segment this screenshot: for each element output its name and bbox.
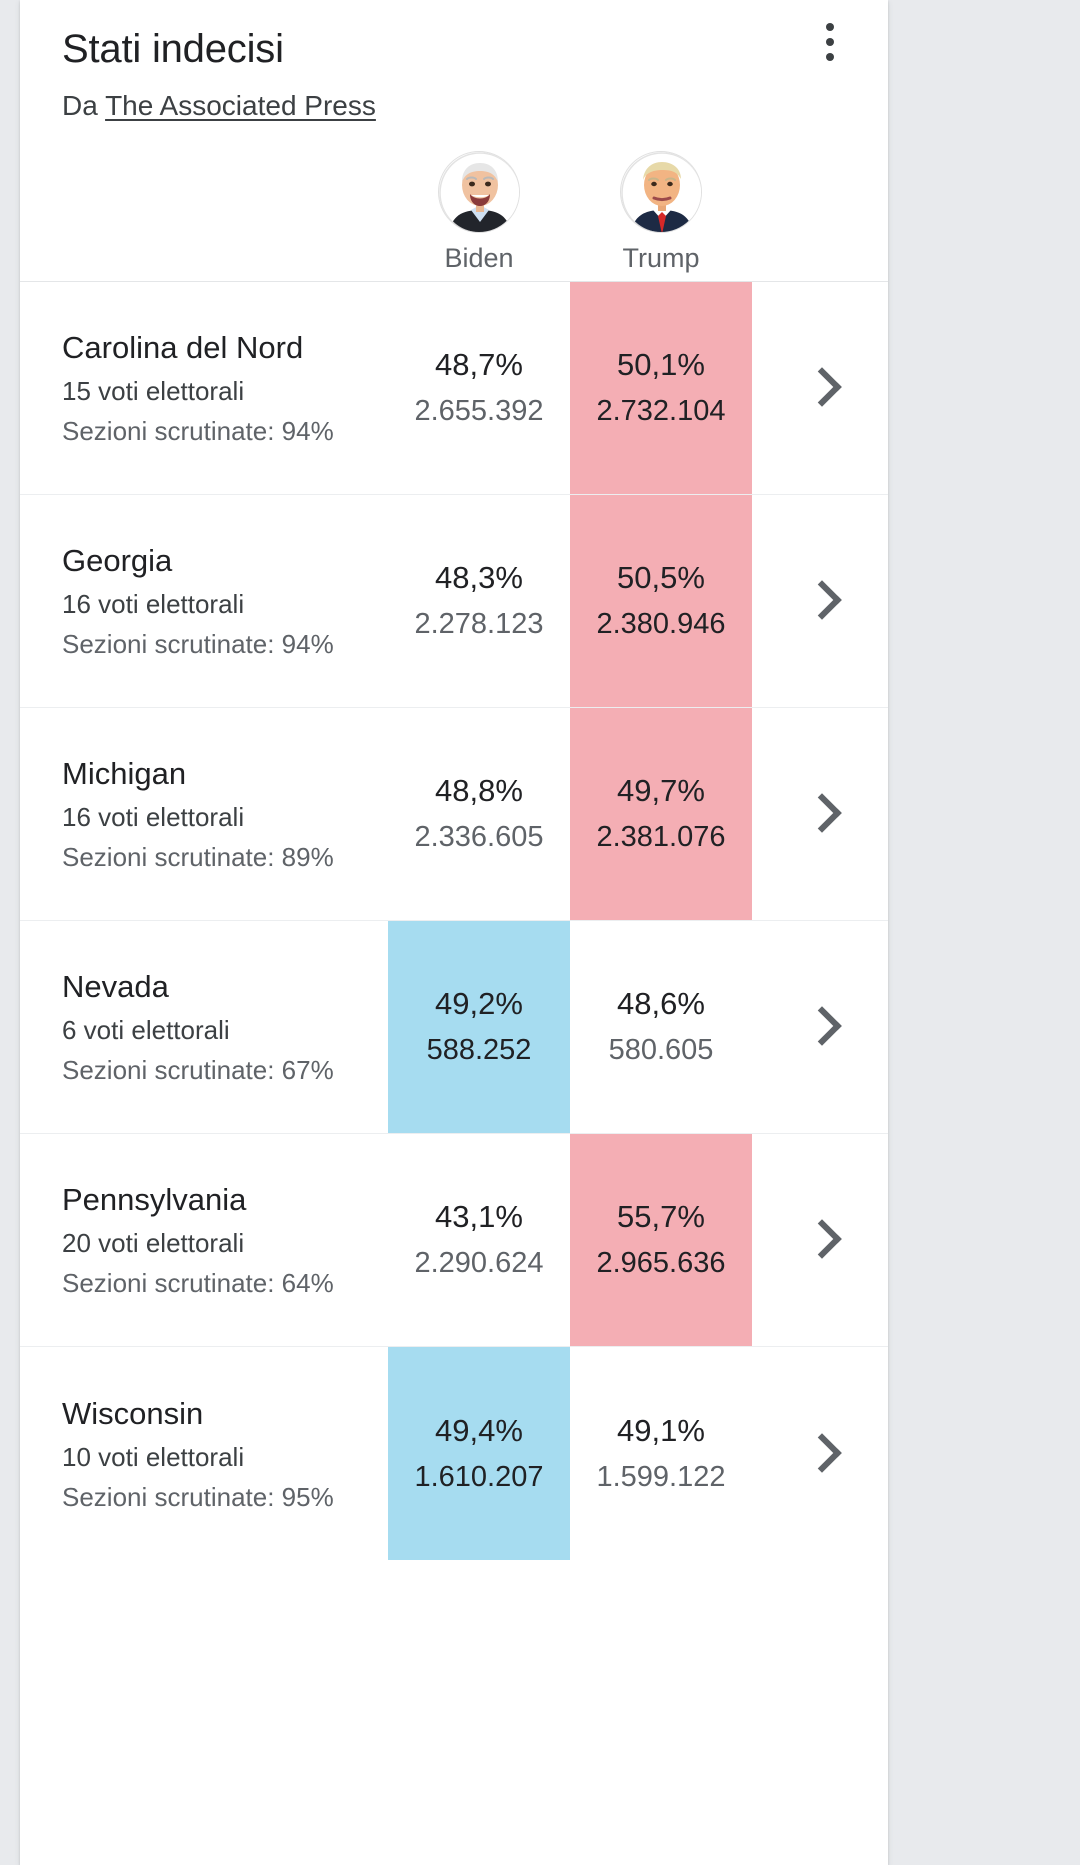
- chevron-right-icon[interactable]: [805, 577, 835, 625]
- state-name: Wisconsin: [62, 1395, 204, 1431]
- dot: [826, 23, 834, 31]
- state-info: Nevada 6 voti elettorali Sezioni scrutinat…: [20, 921, 388, 1133]
- biden-result-cell: 48,3% 2.278.123: [388, 495, 570, 707]
- trump-result-cell: 49,1% 1.599.122: [570, 1347, 752, 1560]
- screen: Stati indecisi Da The Associated Press B…: [0, 0, 1080, 1865]
- state-results-list: Carolina del Nord 15 voti elettorali Sezio…: [20, 282, 888, 1560]
- candidate-column-trump: Trump: [570, 135, 752, 275]
- state-info: Carolina del Nord 15 voti elettorali Sezio…: [20, 282, 388, 494]
- page-title: Stati indecisi: [62, 27, 284, 71]
- trump-result-cell: 50,5% 2.380.946: [570, 495, 752, 707]
- trump-avatar: [620, 151, 702, 233]
- row-expand-button[interactable]: [752, 495, 888, 707]
- trump-percent: 50,5%: [617, 560, 705, 595]
- candidate-name: Biden: [444, 243, 514, 273]
- state-name: Pennsylvania: [62, 1182, 247, 1217]
- biden-votes: 2.278.123: [414, 608, 544, 640]
- biden-votes: 2.655.392: [414, 395, 544, 427]
- biden-votes: 2.290.624: [414, 1247, 544, 1279]
- biden-percent: 49,2%: [435, 986, 523, 1021]
- trump-votes: 2.380.946: [596, 608, 726, 640]
- table-row[interactable]: Pennsylvania 20 voti elettorali Sezioni sc…: [20, 1134, 888, 1347]
- electoral-votes: 16 voti elettorali: [62, 589, 245, 619]
- state-info: Georgia 16 voti elettorali Sezioni scrutin…: [20, 495, 388, 707]
- trump-votes: 2.381.076: [596, 821, 726, 853]
- electoral-votes: 6 voti elettorali: [62, 1015, 230, 1045]
- state-info: Pennsylvania 20 voti elettorali Sezioni sc…: [20, 1134, 388, 1346]
- state-info: Michigan 16 voti elettorali Sezioni scruti…: [20, 708, 388, 920]
- row-expand-button[interactable]: [752, 921, 888, 1133]
- header-tail-spacer: [752, 135, 888, 275]
- biden-votes: 588.252: [426, 1034, 532, 1066]
- reporting-percent: Sezioni scrutinate: 67%: [62, 1055, 334, 1085]
- biden-votes: 2.336.605: [414, 821, 544, 853]
- state-name: Georgia: [62, 543, 173, 578]
- byline: Da The Associated Press: [62, 88, 850, 124]
- reporting-percent: Sezioni scrutinate: 95%: [62, 1481, 334, 1512]
- candidate-name: Trump: [622, 243, 700, 273]
- chevron-right-icon[interactable]: [805, 1216, 835, 1264]
- table-row[interactable]: Georgia 16 voti elettorali Sezioni scrutin…: [20, 495, 888, 708]
- biden-result-cell: 49,4% 1.610.207: [388, 1347, 570, 1560]
- trump-votes: 2.732.104: [596, 395, 726, 427]
- trump-percent: 49,7%: [617, 773, 705, 808]
- chevron-right-icon[interactable]: [805, 1003, 835, 1051]
- card-header: Stati indecisi Da The Associated Press B…: [20, 0, 888, 282]
- electoral-votes: 20 voti elettorali: [62, 1228, 245, 1258]
- more-vert-icon[interactable]: [806, 14, 854, 70]
- trump-result-cell: 50,1% 2.732.104: [570, 282, 752, 494]
- electoral-votes: 15 voti elettorali: [62, 376, 245, 406]
- trump-votes: 1.599.122: [596, 1460, 726, 1493]
- biden-result-cell: 43,1% 2.290.624: [388, 1134, 570, 1346]
- state-name: Carolina del Nord: [62, 330, 304, 365]
- dot: [826, 53, 834, 61]
- row-expand-button[interactable]: [752, 282, 888, 494]
- dot: [826, 38, 834, 46]
- trump-result-cell: 48,6% 580.605: [570, 921, 752, 1133]
- trump-percent: 55,7%: [617, 1199, 705, 1234]
- chevron-right-icon[interactable]: [805, 1430, 835, 1478]
- reporting-percent: Sezioni scrutinate: 94%: [62, 416, 334, 446]
- table-row[interactable]: Wisconsin 10 voti elettorali Sezioni scrut…: [20, 1347, 888, 1560]
- table-row[interactable]: Carolina del Nord 15 voti elettorali Sezio…: [20, 282, 888, 495]
- swing-states-card: Stati indecisi Da The Associated Press B…: [20, 0, 888, 1865]
- trump-votes: 2.965.636: [596, 1247, 726, 1279]
- biden-result-cell: 48,8% 2.336.605: [388, 708, 570, 920]
- trump-result-cell: 49,7% 2.381.076: [570, 708, 752, 920]
- source-link[interactable]: The Associated Press: [105, 90, 376, 121]
- biden-percent: 48,7%: [435, 347, 523, 382]
- state-info: Wisconsin 10 voti elettorali Sezioni scrut…: [20, 1347, 388, 1560]
- header-spacer: [20, 135, 388, 275]
- table-row[interactable]: Nevada 6 voti elettorali Sezioni scrutinat…: [20, 921, 888, 1134]
- state-name: Nevada: [62, 969, 169, 1004]
- chevron-right-icon[interactable]: [805, 790, 835, 838]
- trump-votes: 580.605: [608, 1034, 714, 1066]
- biden-result-cell: 49,2% 588.252: [388, 921, 570, 1133]
- biden-percent: 48,8%: [435, 773, 523, 808]
- biden-votes: 1.610.207: [414, 1460, 544, 1493]
- reporting-percent: Sezioni scrutinate: 64%: [62, 1268, 334, 1298]
- electoral-votes: 16 voti elettorali: [62, 802, 245, 832]
- table-row[interactable]: Michigan 16 voti elettorali Sezioni scruti…: [20, 708, 888, 921]
- trump-result-cell: 55,7% 2.965.636: [570, 1134, 752, 1346]
- biden-result-cell: 48,7% 2.655.392: [388, 282, 570, 494]
- biden-percent: 48,3%: [435, 560, 523, 595]
- biden-percent: 43,1%: [435, 1199, 523, 1234]
- chevron-right-icon[interactable]: [805, 364, 835, 412]
- row-expand-button[interactable]: [752, 708, 888, 920]
- row-expand-button[interactable]: [752, 1347, 888, 1560]
- biden-avatar: [438, 151, 520, 233]
- row-expand-button[interactable]: [752, 1134, 888, 1346]
- trump-percent: 49,1%: [617, 1412, 705, 1448]
- reporting-percent: Sezioni scrutinate: 94%: [62, 629, 334, 659]
- state-name: Michigan: [62, 756, 187, 791]
- byline-prefix: Da: [62, 90, 98, 121]
- biden-percent: 49,4%: [435, 1412, 523, 1448]
- candidate-header-row: Biden Trump: [20, 135, 888, 275]
- reporting-percent: Sezioni scrutinate: 89%: [62, 842, 334, 872]
- candidate-column-biden: Biden: [388, 135, 570, 275]
- trump-percent: 48,6%: [617, 986, 705, 1021]
- electoral-votes: 10 voti elettorali: [62, 1441, 245, 1472]
- trump-percent: 50,1%: [617, 347, 705, 382]
